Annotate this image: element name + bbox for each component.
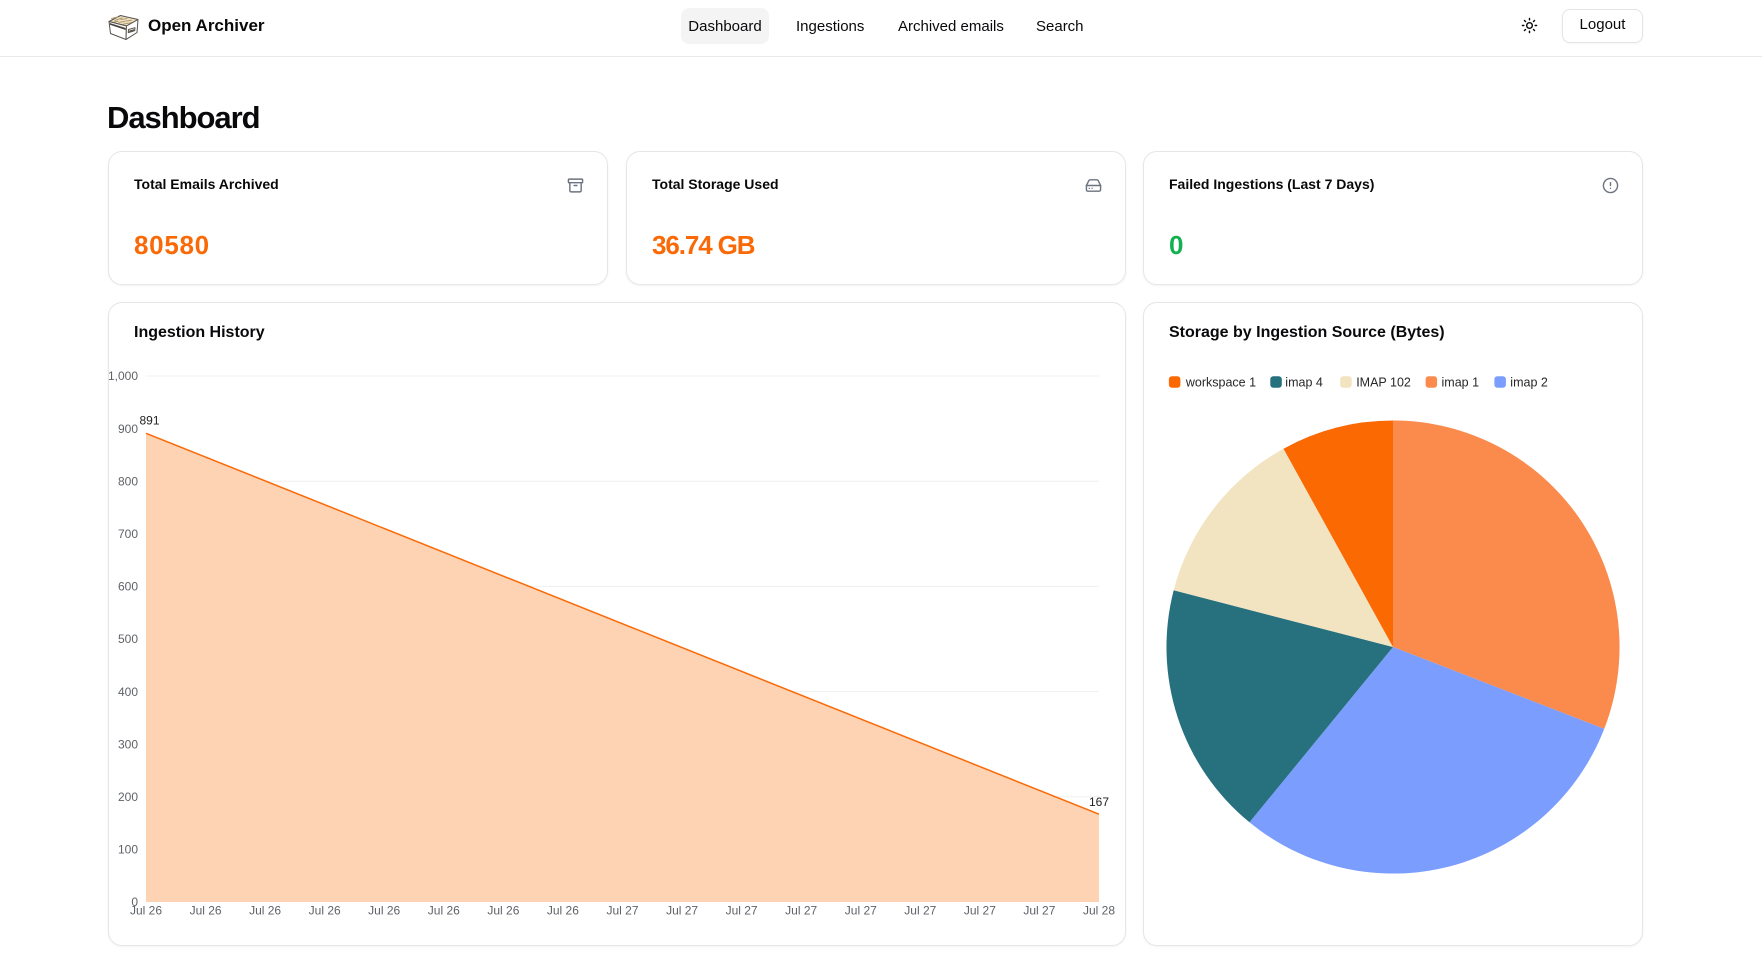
svg-text:Jul 26: Jul 26 bbox=[130, 904, 162, 918]
svg-text:IMAP 102: IMAP 102 bbox=[1356, 376, 1411, 390]
svg-text:imap 2: imap 2 bbox=[1510, 376, 1548, 390]
svg-text:Jul 27: Jul 27 bbox=[964, 904, 996, 918]
svg-text:167: 167 bbox=[1089, 795, 1109, 809]
svg-text:workspace 1: workspace 1 bbox=[1185, 376, 1256, 390]
svg-text:Jul 26: Jul 26 bbox=[547, 904, 579, 918]
svg-text:imap 4: imap 4 bbox=[1285, 376, 1323, 390]
svg-text:100: 100 bbox=[118, 843, 138, 857]
svg-text:Jul 27: Jul 27 bbox=[606, 904, 638, 918]
svg-text:700: 700 bbox=[118, 527, 138, 541]
svg-text:Jul 26: Jul 26 bbox=[309, 904, 341, 918]
svg-text:400: 400 bbox=[118, 685, 138, 699]
svg-text:1,000: 1,000 bbox=[109, 369, 138, 383]
svg-text:300: 300 bbox=[118, 737, 138, 751]
svg-text:Jul 28: Jul 28 bbox=[1083, 904, 1115, 918]
svg-text:Jul 27: Jul 27 bbox=[1023, 904, 1055, 918]
svg-text:500: 500 bbox=[118, 632, 138, 646]
svg-text:Jul 26: Jul 26 bbox=[428, 904, 460, 918]
svg-text:900: 900 bbox=[118, 422, 138, 436]
svg-text:Jul 27: Jul 27 bbox=[785, 904, 817, 918]
svg-text:Jul 26: Jul 26 bbox=[487, 904, 519, 918]
svg-text:600: 600 bbox=[118, 580, 138, 594]
svg-text:800: 800 bbox=[118, 474, 138, 488]
svg-text:imap 1: imap 1 bbox=[1442, 376, 1480, 390]
svg-text:200: 200 bbox=[118, 790, 138, 804]
svg-text:Jul 27: Jul 27 bbox=[845, 904, 877, 918]
svg-text:Jul 26: Jul 26 bbox=[368, 904, 400, 918]
svg-text:Jul 26: Jul 26 bbox=[190, 904, 222, 918]
svg-text:891: 891 bbox=[139, 414, 159, 428]
svg-text:Jul 27: Jul 27 bbox=[666, 904, 698, 918]
svg-text:Jul 27: Jul 27 bbox=[904, 904, 936, 918]
svg-text:Jul 26: Jul 26 bbox=[249, 904, 281, 918]
svg-text:Jul 27: Jul 27 bbox=[726, 904, 758, 918]
